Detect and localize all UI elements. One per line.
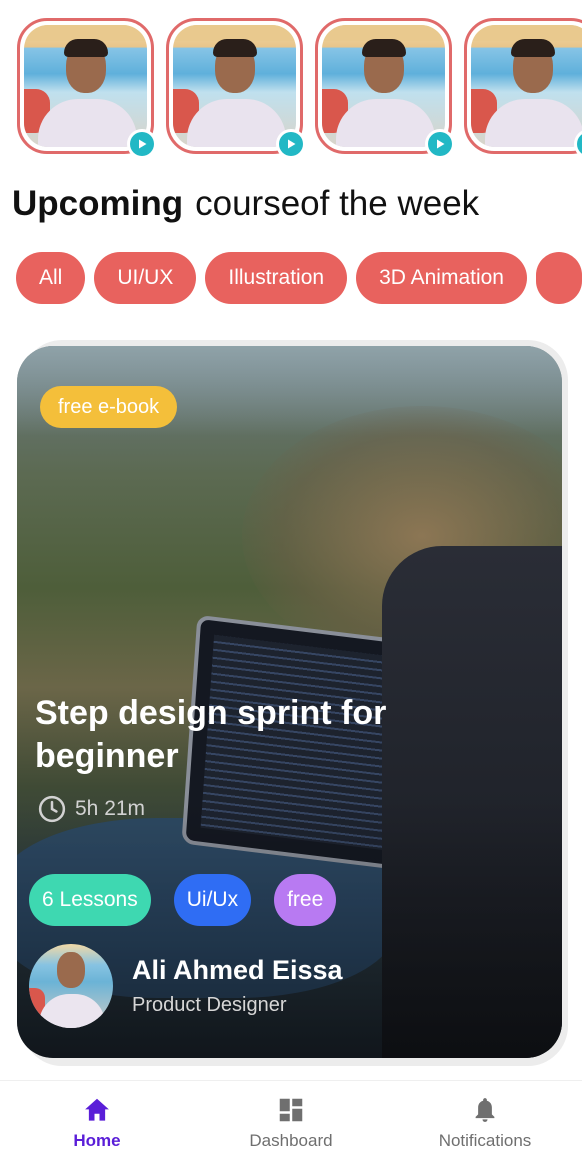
course-title: Step design sprint for beginner [35, 694, 387, 775]
story-item[interactable] [464, 18, 582, 159]
course-tags: 6 Lessons Ui/Ux free [29, 874, 359, 926]
chip-all[interactable]: All [16, 252, 86, 304]
section-heading: Upcoming courseof the week [12, 184, 479, 224]
dashboard-icon [279, 1098, 303, 1122]
bell-icon [475, 1098, 495, 1122]
author-role: Product Designer [132, 994, 287, 1016]
nav-notifications[interactable]: Notifications [388, 1081, 582, 1164]
free-ebook-badge: free e-book [40, 386, 178, 428]
nav-dashboard[interactable]: Dashboard [194, 1081, 388, 1164]
chip-uiux[interactable]: UI/UX [94, 252, 197, 304]
chip-more[interactable] [535, 252, 582, 304]
avatar [29, 944, 113, 1028]
duration-text: 5h 21m [75, 797, 146, 820]
heading-bold: Upcoming [12, 184, 184, 223]
nav-home-label: Home [73, 1131, 121, 1150]
tag-uiux[interactable]: Ui/Ux [173, 874, 252, 926]
story-item[interactable] [166, 18, 306, 159]
nav-dashboard-label: Dashboard [249, 1131, 333, 1150]
story-item[interactable] [17, 18, 157, 159]
story-item[interactable] [315, 18, 455, 159]
clock-icon [38, 795, 66, 823]
stories-row [0, 14, 582, 164]
play-icon[interactable] [425, 129, 455, 159]
story-photo [471, 25, 582, 147]
course-duration: 5h 21m [37, 794, 145, 824]
tag-free[interactable]: free [274, 874, 337, 926]
chip-3d-animation[interactable]: 3D Animation [356, 252, 527, 304]
chip-illustration[interactable]: Illustration [205, 252, 348, 304]
story-photo [322, 25, 445, 147]
bottom-nav: Home Dashboard Notifications [0, 1080, 582, 1164]
author[interactable]: Ali Ahmed Eissa Product Designer [29, 944, 343, 1028]
play-icon[interactable] [276, 129, 306, 159]
nav-home[interactable]: Home [0, 1081, 194, 1164]
home-icon [85, 1098, 109, 1121]
author-name: Ali Ahmed Eissa [132, 955, 343, 985]
story-photo [173, 25, 296, 147]
course-card[interactable]: free e-book Step design sprint for begin… [17, 346, 562, 1058]
heading-light: courseof the week [195, 184, 480, 223]
story-photo [24, 25, 147, 147]
category-chips: All UI/UX Illustration 3D Animation [16, 252, 582, 306]
tag-lessons[interactable]: 6 Lessons [29, 874, 151, 926]
nav-notifications-label: Notifications [438, 1131, 532, 1150]
play-icon[interactable] [127, 129, 157, 159]
